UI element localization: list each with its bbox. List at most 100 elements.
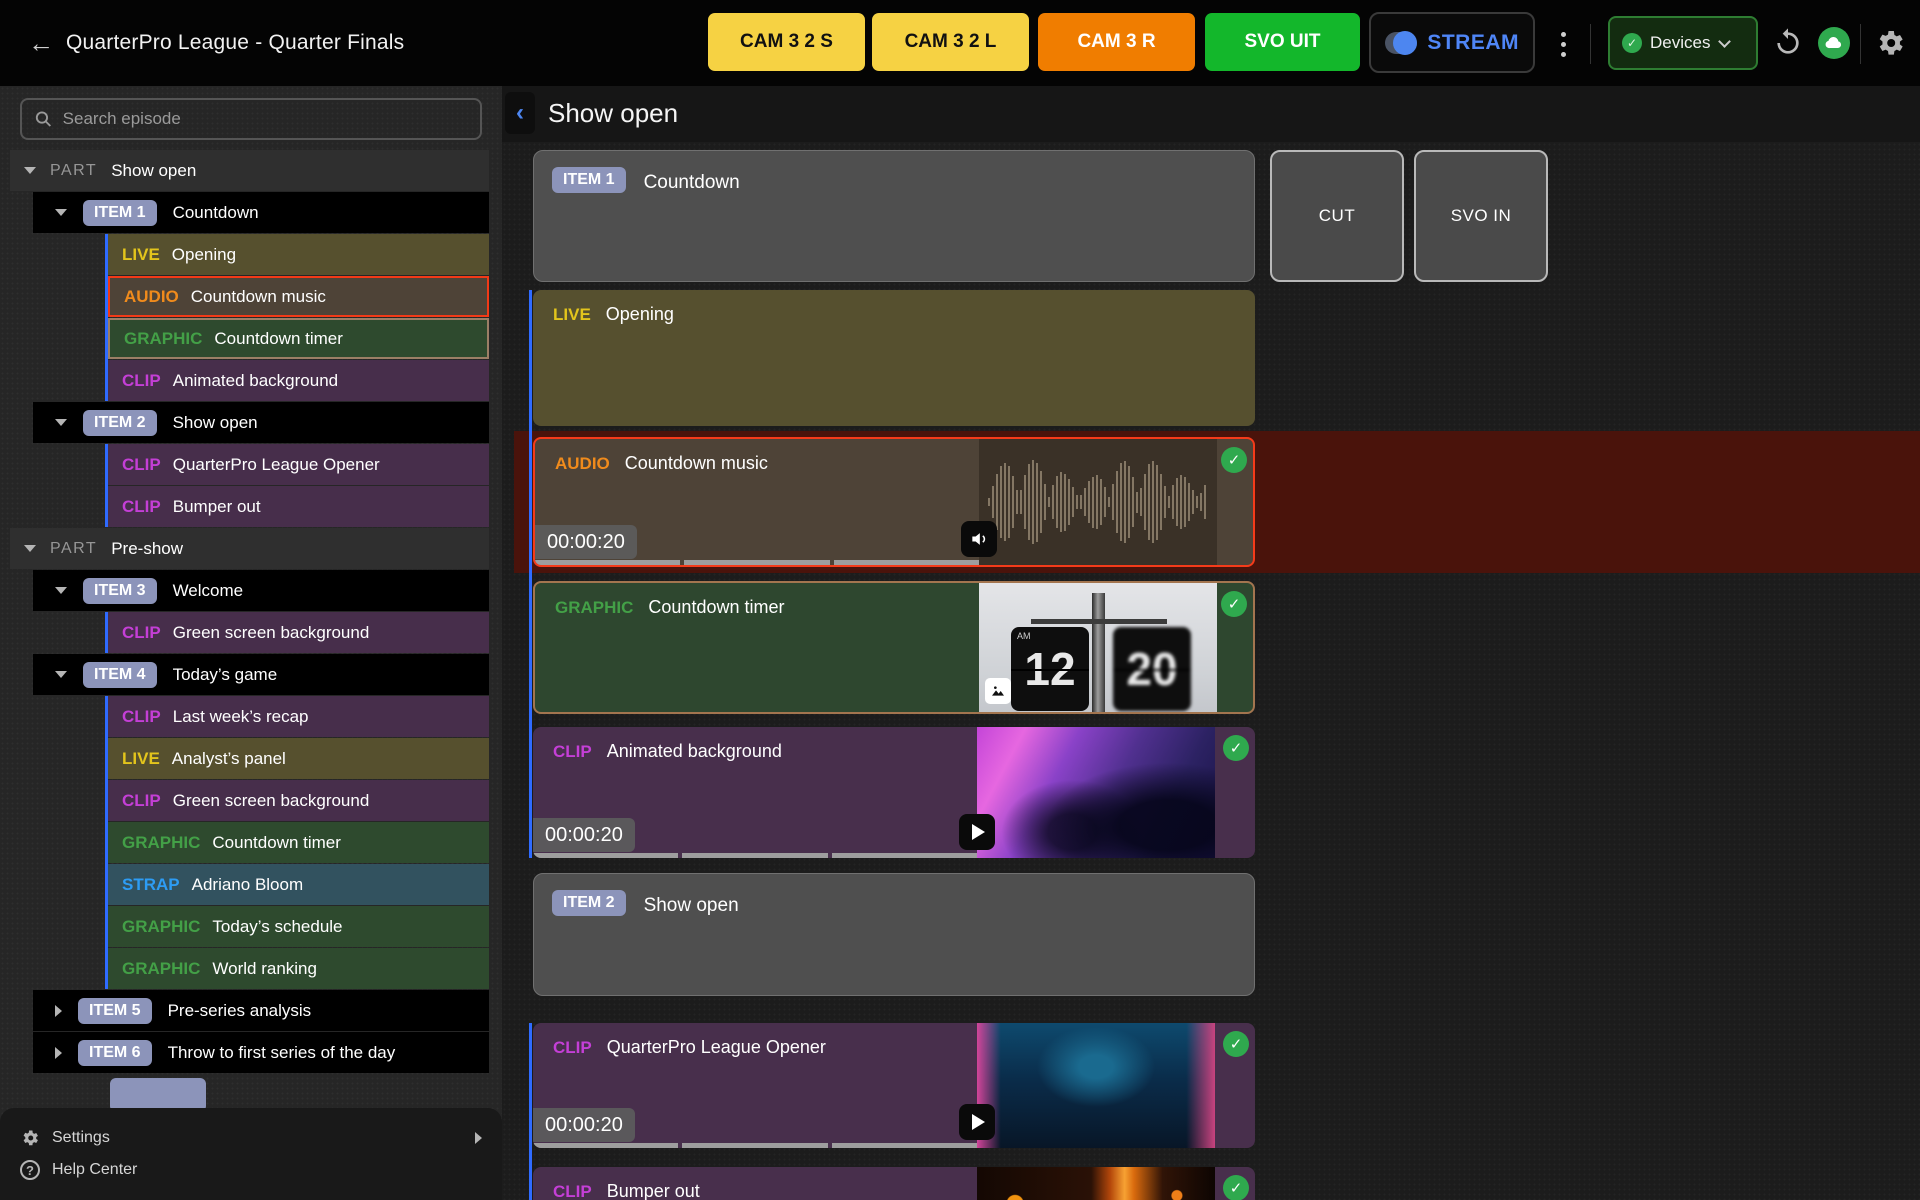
svo-uit-button[interactable]: SVO UIT	[1205, 13, 1360, 71]
caret-down-icon[interactable]	[24, 545, 36, 552]
speaker-icon[interactable]	[961, 521, 997, 557]
episode-search[interactable]	[20, 98, 482, 140]
cue-name: Last week’s recap	[173, 707, 309, 727]
cue-stack: ITEM 1 Countdown CUT SVO IN LIVE Opening	[502, 142, 1920, 1200]
part-name: Show open	[111, 161, 196, 181]
cue-kind-label: GRAPHIC	[122, 959, 200, 979]
caret-down-icon[interactable]	[55, 209, 67, 216]
cue-row-graphic-world-ranking[interactable]: GRAPHIC World ranking	[108, 948, 489, 989]
item-row-5[interactable]: ITEM 5 Pre-series analysis	[33, 990, 489, 1031]
caret-down-icon[interactable]	[24, 167, 36, 174]
play-icon[interactable]	[959, 1104, 995, 1140]
stream-toggle[interactable]: STREAM	[1369, 12, 1535, 73]
cue-row-clip-animated-background[interactable]: CLIP Animated background	[108, 360, 489, 401]
cue-row-audio-countdown-music[interactable]: AUDIO Countdown music	[108, 276, 489, 317]
chevron-down-icon	[1719, 35, 1732, 48]
cue-kind-label: STRAP	[122, 875, 180, 895]
cue-row-strap-adriano-bloom[interactable]: STRAP Adriano Bloom	[108, 864, 489, 905]
caret-down-icon[interactable]	[55, 419, 67, 426]
cue-card-clip-bumper-out[interactable]: CLIP Bumper out ✓	[533, 1167, 1255, 1200]
item-badge-partial	[110, 1078, 206, 1112]
item-1-cues-group: LIVE Opening AUDIO Countdown music GRAPH…	[105, 234, 489, 401]
cue-row-clip-quarterpro-opener[interactable]: CLIP QuarterPro League Opener	[108, 444, 489, 485]
help-center-menu-item[interactable]: ? Help Center	[20, 1154, 482, 1186]
cue-name: Animated background	[173, 371, 338, 391]
item-row-6[interactable]: ITEM 6 Throw to first series of the day	[33, 1032, 489, 1073]
item-title: Show open	[644, 895, 739, 917]
back-arrow-icon[interactable]: ←	[28, 28, 54, 59]
cue-kind-label: CLIP	[122, 623, 161, 643]
item-detail-panel: ‹ Show open ITEM 1 Countdown CUT SVO IN …	[502, 86, 1920, 1200]
item-card-1[interactable]: ITEM 1 Countdown	[533, 150, 1255, 282]
svo-in-button[interactable]: SVO IN	[1414, 150, 1548, 282]
cue-kind-label: CLIP	[122, 707, 161, 727]
image-icon	[985, 678, 1011, 704]
cue-card-audio-countdown-music[interactable]: AUDIO Countdown music 00:00:20 ✓	[533, 437, 1255, 567]
part-row-show-open[interactable]: PART Show open	[10, 150, 489, 191]
more-options-icon[interactable]	[1552, 26, 1574, 62]
stream-label: STREAM	[1427, 31, 1519, 55]
cam-3-2-s-button[interactable]: CAM 3 2 S	[708, 13, 865, 71]
item-badge: ITEM 1	[83, 200, 157, 226]
item-badge: ITEM 4	[83, 662, 157, 688]
item-badge: ITEM 2	[83, 410, 157, 436]
cue-name: Bumper out	[173, 497, 261, 517]
progress-segments	[535, 560, 979, 565]
cue-name: QuarterPro League Opener	[173, 455, 380, 475]
item-row-1[interactable]: ITEM 1 Countdown	[33, 192, 489, 233]
cue-row-graphic-countdown-timer-2[interactable]: GRAPHIC Countdown timer	[108, 822, 489, 863]
check-icon: ✓	[1221, 591, 1247, 617]
cue-card-clip-animated-background[interactable]: CLIP Animated background 00:00:20 ✓	[533, 727, 1255, 858]
item-row-4[interactable]: ITEM 4 Today’s game	[33, 654, 489, 695]
settings-label: Settings	[52, 1129, 110, 1147]
cue-row-graphic-countdown-timer[interactable]: GRAPHIC Countdown timer	[108, 318, 489, 359]
cam-3-2-l-button[interactable]: CAM 3 2 L	[872, 13, 1029, 71]
devices-status-icon: ✓	[1622, 33, 1642, 53]
clip-thumbnail	[977, 727, 1215, 858]
cue-kind-label: AUDIO	[555, 454, 610, 474]
cue-kind-label: GRAPHIC	[122, 917, 200, 937]
part-row-pre-show[interactable]: PART Pre-show	[10, 528, 489, 569]
help-icon: ?	[20, 1160, 40, 1180]
cue-name: Analyst’s panel	[172, 749, 286, 769]
search-input[interactable]	[63, 109, 468, 129]
cue-kind-label: CLIP	[122, 791, 161, 811]
duration-badge: 00:00:20	[535, 525, 637, 559]
cue-name: Green screen background	[173, 623, 370, 643]
collapse-panel-button[interactable]: ‹	[505, 92, 535, 134]
caret-right-icon[interactable]	[55, 1047, 62, 1059]
item-4-cues-group: CLIP Last week’s recap LIVE Analyst’s pa…	[105, 696, 489, 989]
cue-row-clip-green-screen[interactable]: CLIP Green screen background	[108, 612, 489, 653]
devices-dropdown[interactable]: ✓ Devices	[1608, 16, 1758, 70]
sync-icon[interactable]	[1772, 27, 1804, 59]
cue-row-live-analysts-panel[interactable]: LIVE Analyst’s panel	[108, 738, 489, 779]
caret-down-icon[interactable]	[55, 671, 67, 678]
cue-row-clip-bumper-out[interactable]: CLIP Bumper out	[108, 486, 489, 527]
cue-card-live-opening[interactable]: LIVE Opening	[533, 290, 1255, 426]
item-card-2[interactable]: ITEM 2 Show open	[533, 873, 1255, 996]
stream-toggle-track[interactable]	[1385, 32, 1417, 54]
cue-kind-label: CLIP	[122, 371, 161, 391]
cue-kind-label: CLIP	[553, 1038, 592, 1058]
group-indicator-line	[529, 1023, 532, 1200]
cue-row-clip-last-week-recap[interactable]: CLIP Last week’s recap	[108, 696, 489, 737]
cloud-status-icon[interactable]	[1818, 27, 1850, 59]
item-badge: ITEM 5	[78, 998, 152, 1024]
caret-right-icon[interactable]	[55, 1005, 62, 1017]
cue-card-graphic-countdown-timer[interactable]: 12 20 AM GRAPHIC Countdown timer ✓	[533, 581, 1255, 714]
cam-3-r-button[interactable]: CAM 3 R	[1038, 13, 1195, 71]
cue-row-live-opening[interactable]: LIVE Opening	[108, 234, 489, 275]
item-badge: ITEM 3	[83, 578, 157, 604]
settings-gear-icon[interactable]	[1874, 27, 1906, 59]
play-icon[interactable]	[959, 814, 995, 850]
cut-button[interactable]: CUT	[1270, 150, 1404, 282]
cue-kind-label: CLIP	[553, 1182, 592, 1200]
cue-card-clip-quarterpro-opener[interactable]: CLIP QuarterPro League Opener 00:00:20 ✓	[533, 1023, 1255, 1148]
caret-down-icon[interactable]	[55, 587, 67, 594]
item-row-3[interactable]: ITEM 3 Welcome	[33, 570, 489, 611]
item-row-2[interactable]: ITEM 2 Show open	[33, 402, 489, 443]
cue-row-graphic-todays-schedule[interactable]: GRAPHIC Today’s schedule	[108, 906, 489, 947]
settings-menu-item[interactable]: Settings	[20, 1122, 482, 1154]
cue-row-clip-green-screen-2[interactable]: CLIP Green screen background	[108, 780, 489, 821]
cue-kind-label: GRAPHIC	[124, 329, 202, 349]
